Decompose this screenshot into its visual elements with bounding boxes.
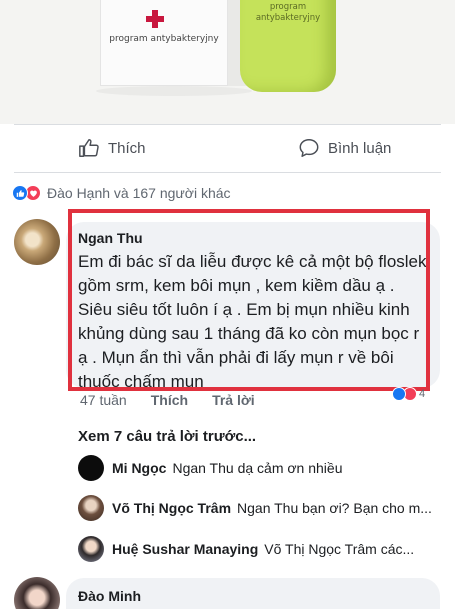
- comment-reply-link[interactable]: Trả lời: [212, 392, 255, 408]
- comment-author[interactable]: Đào Minh: [78, 588, 141, 604]
- avatar-ngan-thu[interactable]: [14, 219, 60, 265]
- divider-actions: [14, 172, 441, 173]
- like-button[interactable]: Thích: [78, 136, 146, 160]
- comment-meta: 47 tuần Thích Trả lời: [80, 392, 255, 408]
- product-box: program antybakteryjny: [100, 0, 228, 86]
- thumbs-up-icon: [79, 139, 99, 157]
- view-previous-replies[interactable]: Xem 7 câu trả lời trước...: [78, 428, 256, 445]
- reply-author[interactable]: Võ Thị Ngọc Trâm: [112, 500, 231, 516]
- comment-like-link[interactable]: Thích: [151, 392, 188, 408]
- tube-label: program antybakteryjny: [255, 2, 321, 23]
- speech-bubble-icon: [299, 139, 319, 157]
- like-icon: [12, 185, 28, 201]
- reaction-summary-text: Đào Hạnh và 167 người khác: [47, 185, 231, 201]
- avatar-mi-ngoc[interactable]: [78, 455, 104, 481]
- box-label: program antybakteryjny: [109, 34, 219, 44]
- reaction-summary[interactable]: Đào Hạnh và 167 người khác: [12, 185, 231, 201]
- comment-time[interactable]: 47 tuần: [80, 392, 127, 408]
- red-cross-logo: [146, 10, 164, 28]
- comment-reactions[interactable]: 4: [392, 387, 425, 401]
- reply-text: Võ Thị Ngọc Trâm các...: [264, 541, 415, 557]
- avatar-dao-minh[interactable]: [14, 577, 60, 609]
- reply-text: Ngan Thu dạ cảm ơn nhiều: [172, 460, 343, 476]
- product-shadow: [96, 86, 252, 96]
- avatar-vo-thi-ngoc-tram[interactable]: [78, 495, 104, 521]
- like-icon: [392, 387, 406, 401]
- reply-item: Võ Thị Ngọc Trâm Ngan Thu bạn ơi? Bạn ch…: [78, 493, 450, 523]
- comment-reaction-count: 4: [419, 388, 426, 400]
- reply-item: Mi Ngọc Ngan Thu dạ cảm ơn nhiều: [78, 453, 450, 483]
- like-label: Thích: [108, 139, 146, 157]
- reply-text: Ngan Thu bạn ơi? Bạn cho m...: [237, 500, 432, 516]
- reply-item: Huệ Sushar Manaying Võ Thị Ngọc Trâm các…: [78, 534, 450, 564]
- reply-author[interactable]: Huệ Sushar Manaying: [112, 541, 258, 557]
- post-product-image[interactable]: program antybakteryjny program antybakte…: [0, 0, 455, 124]
- reply-author[interactable]: Mi Ngọc: [112, 460, 166, 476]
- divider-top: [14, 124, 441, 125]
- comment-button[interactable]: Bình luận: [298, 136, 391, 160]
- comment-label: Bình luận: [328, 139, 392, 157]
- highlight-box: [68, 209, 430, 391]
- comment-bubble: Đào Minh: [66, 578, 440, 609]
- avatar-hue-sushar[interactable]: [78, 536, 104, 562]
- product-tube: program antybakteryjny: [240, 0, 336, 92]
